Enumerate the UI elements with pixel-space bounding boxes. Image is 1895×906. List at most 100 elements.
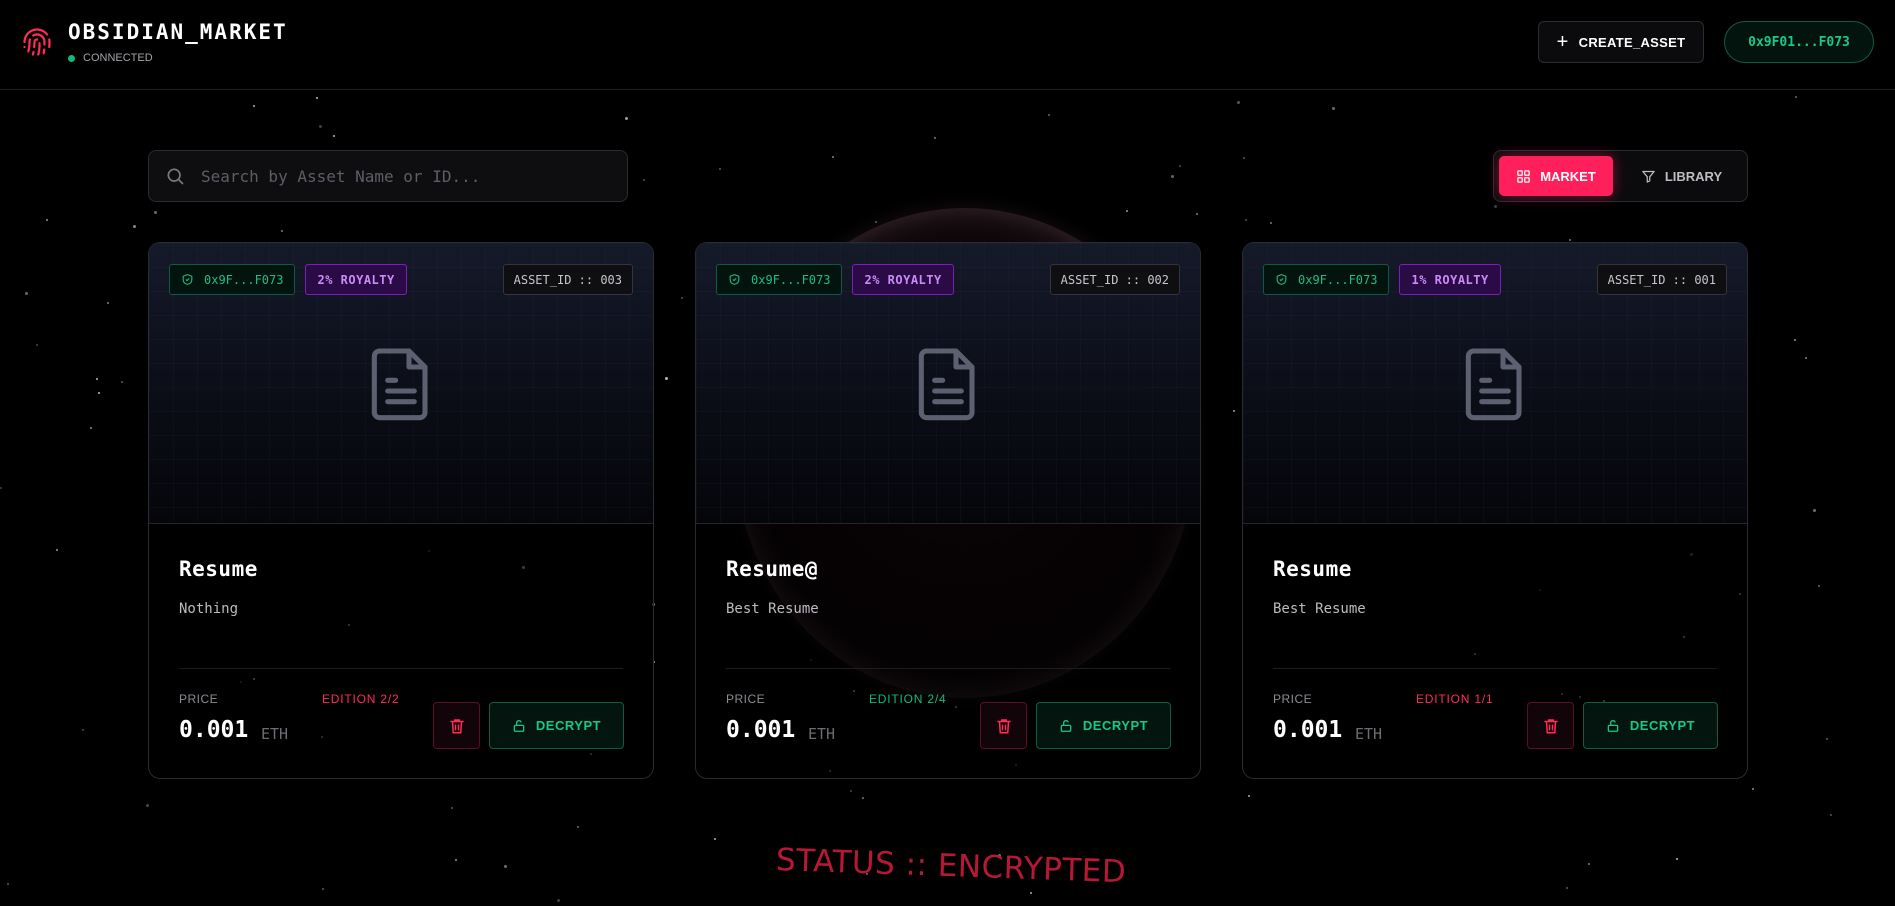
asset-preview: 0x9F...F073 2% ROYALTY ASSET_ID :: 002 xyxy=(696,243,1200,524)
trash-icon xyxy=(996,718,1011,733)
edition-label: EDITION 2/2 xyxy=(322,692,400,706)
unlock-icon xyxy=(1060,719,1072,732)
decrypt-label: DECRYPT xyxy=(535,718,602,733)
star xyxy=(504,864,508,868)
star xyxy=(1171,175,1175,179)
star xyxy=(714,837,716,840)
star xyxy=(46,219,49,222)
owner-address: 0x9F...F073 xyxy=(204,272,284,287)
star xyxy=(1817,585,1820,588)
star xyxy=(1676,858,1679,861)
price-unit: ETH xyxy=(808,725,836,743)
star xyxy=(1232,410,1235,413)
fingerprint-icon xyxy=(23,28,51,56)
star xyxy=(154,210,158,214)
star xyxy=(315,97,318,100)
star xyxy=(933,136,936,139)
star xyxy=(577,825,580,828)
asset-card[interactable]: 0x9F...F073 2% ROYALTY ASSET_ID :: 003 R… xyxy=(148,242,654,779)
owner-badge: 0x9F...F073 xyxy=(716,264,843,295)
star xyxy=(107,301,110,304)
decrypt-button[interactable]: DECRYPT xyxy=(489,702,624,749)
star xyxy=(850,790,853,793)
asset-id-badge: ASSET_ID :: 002 xyxy=(1049,264,1180,295)
delete-button[interactable] xyxy=(1527,702,1574,749)
star xyxy=(642,179,645,182)
document-icon xyxy=(918,348,975,421)
star xyxy=(1795,96,1798,99)
decrypt-button[interactable]: DECRYPT xyxy=(1036,702,1171,749)
shield-check-icon xyxy=(1276,274,1287,285)
document-icon xyxy=(371,348,428,421)
star xyxy=(556,898,560,902)
star xyxy=(318,125,322,129)
star xyxy=(451,806,454,809)
star xyxy=(7,882,10,885)
price-value: 0.001 xyxy=(726,717,796,743)
asset-description: Best Resume xyxy=(1273,601,1366,617)
unlock-icon xyxy=(513,719,525,732)
asset-card[interactable]: 0x9F...F073 2% ROYALTY ASSET_ID :: 002 R… xyxy=(695,242,1201,779)
shield-check-icon xyxy=(182,274,193,285)
star xyxy=(1813,509,1817,513)
star xyxy=(133,224,137,228)
star xyxy=(280,229,283,232)
tab-market[interactable]: MARKET xyxy=(1499,156,1613,196)
price-label: PRICE xyxy=(1273,692,1313,706)
delete-button[interactable] xyxy=(433,702,480,749)
price-value: 0.001 xyxy=(1273,717,1343,743)
top-bar: OBSIDIAN_MARKET CONNECTED + CREATE_ASSET… xyxy=(0,0,1895,90)
wallet-address-button[interactable]: 0x9F01...F073 xyxy=(1724,21,1874,63)
search-input[interactable] xyxy=(201,166,621,186)
decrypt-button[interactable]: DECRYPT xyxy=(1583,702,1718,749)
tab-market-label: MARKET xyxy=(1540,168,1596,184)
star xyxy=(1794,339,1797,342)
grid-icon xyxy=(1517,169,1530,183)
asset-name: Resume xyxy=(179,557,258,581)
star xyxy=(1494,205,1498,208)
royalty-badge: 2% ROYALTY xyxy=(852,264,954,295)
star xyxy=(25,292,29,296)
star xyxy=(624,117,628,121)
royalty-badge: 2% ROYALTY xyxy=(305,264,407,295)
star xyxy=(252,105,255,108)
star xyxy=(121,381,124,384)
divider xyxy=(179,668,623,669)
tab-library-label: LIBRARY xyxy=(1664,168,1723,184)
create-asset-button[interactable]: + CREATE_ASSET xyxy=(1538,21,1704,63)
asset-preview: 0x9F...F073 2% ROYALTY ASSET_ID :: 003 xyxy=(149,243,653,524)
delete-button[interactable] xyxy=(980,702,1027,749)
star xyxy=(1048,114,1051,117)
divider xyxy=(726,668,1170,669)
star xyxy=(36,344,39,347)
star xyxy=(1825,737,1828,740)
trash-icon xyxy=(449,718,464,733)
status-dot-icon xyxy=(68,54,75,62)
star xyxy=(862,797,865,800)
star xyxy=(718,167,721,170)
owner-badge: 0x9F...F073 xyxy=(169,264,296,295)
asset-description: Nothing xyxy=(179,601,239,617)
asset-name: Resume@ xyxy=(726,557,819,581)
star xyxy=(1179,164,1182,167)
star xyxy=(1236,101,1240,105)
search-bar xyxy=(148,150,628,202)
asset-preview: 0x9F...F073 1% ROYALTY ASSET_ID :: 001 xyxy=(1243,243,1747,524)
star xyxy=(322,888,325,891)
star xyxy=(333,135,336,138)
star xyxy=(1588,862,1591,865)
star xyxy=(81,728,84,731)
edition-label: EDITION 1/1 xyxy=(1416,692,1494,706)
asset-card[interactable]: 0x9F...F073 1% ROYALTY ASSET_ID :: 001 R… xyxy=(1242,242,1748,779)
star xyxy=(1829,814,1832,817)
star xyxy=(1331,106,1335,110)
owner-address: 0x9F...F073 xyxy=(1298,272,1378,287)
star xyxy=(1125,210,1128,213)
asset-id-badge: ASSET_ID :: 003 xyxy=(502,264,633,295)
tab-library[interactable]: LIBRARY xyxy=(1621,156,1742,196)
edition-label: EDITION 2/4 xyxy=(869,692,947,706)
star xyxy=(96,378,99,381)
star xyxy=(97,392,100,395)
view-toggle: MARKET LIBRARY xyxy=(1493,150,1748,202)
star xyxy=(55,548,58,551)
